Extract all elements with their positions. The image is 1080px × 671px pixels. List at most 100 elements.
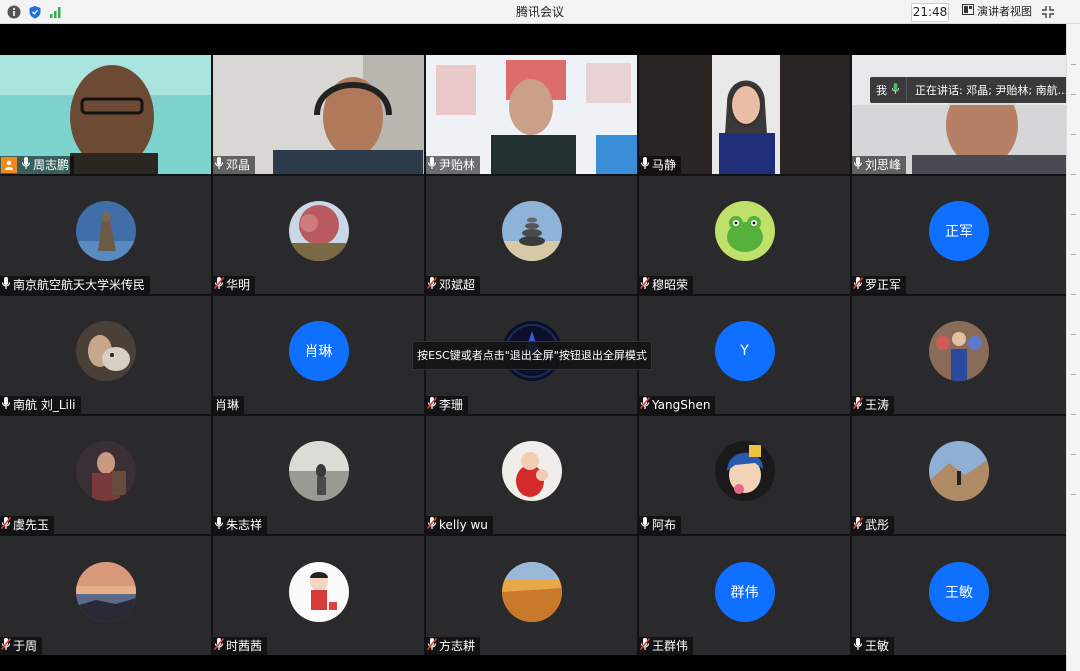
avatar [714,201,775,261]
participant-tile[interactable]: kelly wu [426,416,637,534]
name-tag: 虞先玉 [0,516,55,534]
participant-tile[interactable]: 阿布 [639,416,850,534]
name-tag: 周志鹏 [0,156,75,175]
name-tag: 王群伟 [639,637,694,656]
mic-muted-icon [427,516,437,535]
mic-muted-icon [427,276,437,295]
name-tag: 尹贻林 [426,156,481,174]
name-tag: kelly wu [426,516,493,534]
name-tag: 时茜茜 [213,637,268,655]
mic-icon [891,82,900,98]
shield-icon[interactable] [27,4,43,20]
speaking-indicator: 我 正在讲话: 邓晶; 尹贻林; 南航... [870,77,1075,103]
participant-tile[interactable]: 穆昭荣 [639,176,850,294]
participant-tile[interactable]: 正军 罗正军 [852,176,1066,294]
participant-tile[interactable]: 王敏 王敏 [852,536,1066,655]
mic-icon [640,516,650,535]
participant-name: 朱志祥 [226,518,263,532]
participant-tile[interactable]: 于周 [0,536,211,655]
participant-tile[interactable]: 虞先玉 [0,416,211,534]
presenter-view-icon [962,3,974,20]
presenter-view-button[interactable]: 演讲者视图 [960,3,1036,20]
avatar [75,321,136,381]
participant-tile[interactable]: 邓晶 [213,55,424,174]
participant-name: YangShen [652,398,711,412]
participant-name: 王群伟 [652,639,689,653]
participant-tile[interactable]: 邓斌超 [426,176,637,294]
self-label: 我 [876,84,887,97]
participant-name: 武彤 [865,518,890,532]
name-tag: YangShen [639,396,716,414]
mic-icon [214,156,224,175]
avatar [501,561,562,622]
participant-name: 南京航空航天大学米传民 [13,278,146,292]
name-tag: 阿布 [639,516,682,535]
mic-icon [21,156,31,175]
mic-muted-icon [1,637,11,656]
title-bar: 腾讯会议 21:48 演讲者视图 [0,0,1080,24]
avatar: 正军 [929,201,989,261]
avatar [75,201,136,261]
participant-tile[interactable]: 南京航空航天大学米传民 [0,176,211,294]
participant-name: 方志耕 [439,639,476,653]
participant-tile[interactable]: 时茜茜 [213,536,424,655]
signal-icon[interactable] [48,4,64,20]
mic-icon [853,156,863,175]
participant-name: 李珊 [439,398,464,412]
participant-tile[interactable]: 尹贻林 [426,55,637,174]
avatar: 王敏 [929,561,989,622]
participant-name: 邓晶 [226,158,251,172]
avatar [929,321,989,381]
mic-muted-icon [640,637,650,656]
mic-muted-icon [853,396,863,415]
participant-tile[interactable]: 朱志祥 [213,416,424,534]
host-icon [1,157,17,173]
mic-icon [853,637,863,656]
avatar [714,441,775,501]
participant-tile[interactable]: 南航 刘_Lili [0,296,211,414]
name-tag: 王敏 [852,637,895,656]
participant-tile[interactable]: 方志耕 [426,536,637,655]
participant-tile[interactable]: 马静 [639,55,850,174]
participant-tile[interactable]: 肖琳 肖琳 [213,296,424,414]
participant-name: 马静 [652,158,677,172]
mic-muted-icon [427,637,437,656]
participant-tile[interactable]: Y YangShen [639,296,850,414]
self-indicator[interactable]: 我 [870,77,907,103]
participant-tile[interactable]: 群伟 王群伟 [639,536,850,655]
info-icon[interactable] [6,4,22,20]
participant-name: 虞先玉 [13,518,50,532]
participant-tile[interactable]: 刘思峰 [852,55,1066,174]
side-scrollbar[interactable] [1066,24,1080,671]
participant-name: 肖琳 [215,398,240,412]
participant-tile[interactable]: 周志鹏 [0,55,211,174]
mic-icon [640,156,650,175]
participant-name: 邓斌超 [439,278,476,292]
participant-tile[interactable]: 王涛 [852,296,1066,414]
participant-name: 刘思峰 [865,158,902,172]
presenter-view-label: 演讲者视图 [977,5,1032,18]
participant-name: 阿布 [652,518,677,532]
mic-muted-icon [853,516,863,535]
avatar: Y [714,321,775,381]
mic-icon [1,396,11,415]
fullscreen-hint-toast: 按ESC键或者点击"退出全屏"按钮退出全屏模式 [412,341,652,370]
name-tag: 邓斌超 [426,276,481,295]
participant-name: 尹贻林 [439,158,476,172]
mic-muted-icon [214,276,224,295]
mic-muted-icon [427,396,437,415]
name-tag: 马静 [639,156,682,175]
avatar [75,441,136,501]
mic-icon [1,276,11,295]
exit-fullscreen-icon[interactable] [1038,3,1058,21]
avatar [929,441,989,501]
participant-tile[interactable]: 武彤 [852,416,1066,534]
name-tag: 刘思峰 [852,156,907,175]
participant-tile[interactable]: 华明 [213,176,424,294]
name-tag: 王涛 [852,396,895,415]
clock: 21:48 [911,3,949,22]
name-tag: 罗正军 [852,276,907,294]
participant-name: kelly wu [439,518,488,532]
participant-name: 穆昭荣 [652,278,689,292]
name-tag: 李珊 [426,396,469,415]
